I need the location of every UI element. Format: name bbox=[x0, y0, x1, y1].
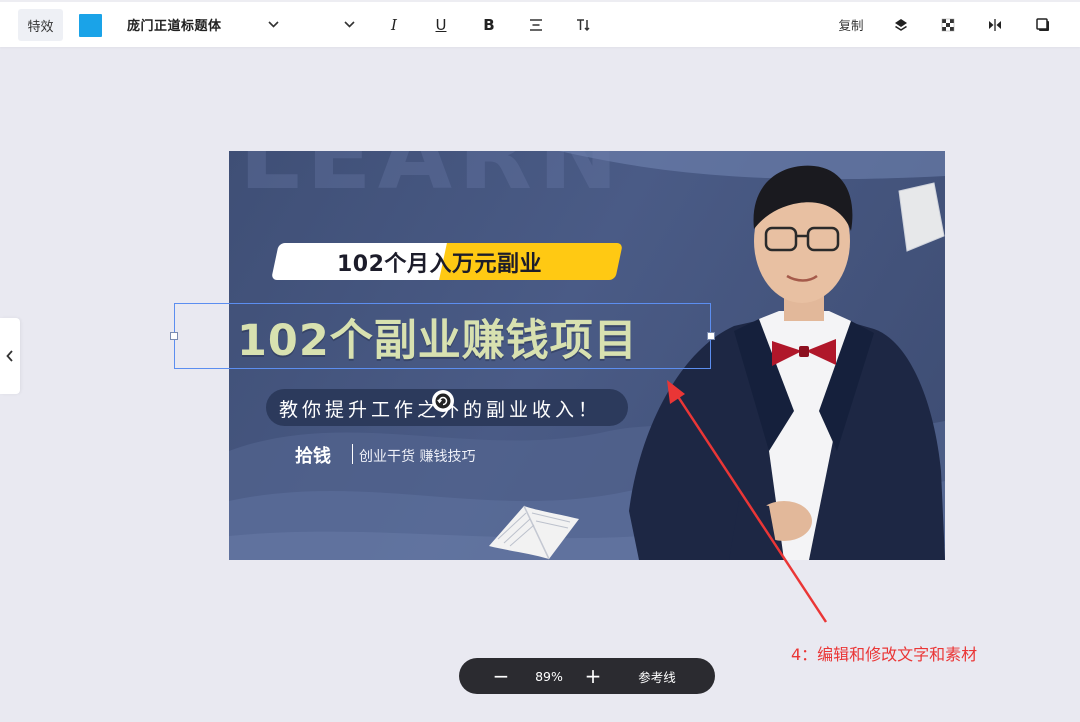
zoom-bar: − 89% + 参考线 bbox=[459, 658, 715, 694]
zoom-in-button[interactable]: + bbox=[581, 658, 605, 694]
zoom-out-button[interactable]: − bbox=[489, 658, 513, 694]
annotation-arrow bbox=[667, 380, 828, 623]
annotation-text: 4：编辑和修改文字和素材 bbox=[791, 645, 978, 664]
zoom-level: 89% bbox=[535, 668, 563, 684]
guides-button[interactable]: 参考线 bbox=[631, 658, 683, 694]
